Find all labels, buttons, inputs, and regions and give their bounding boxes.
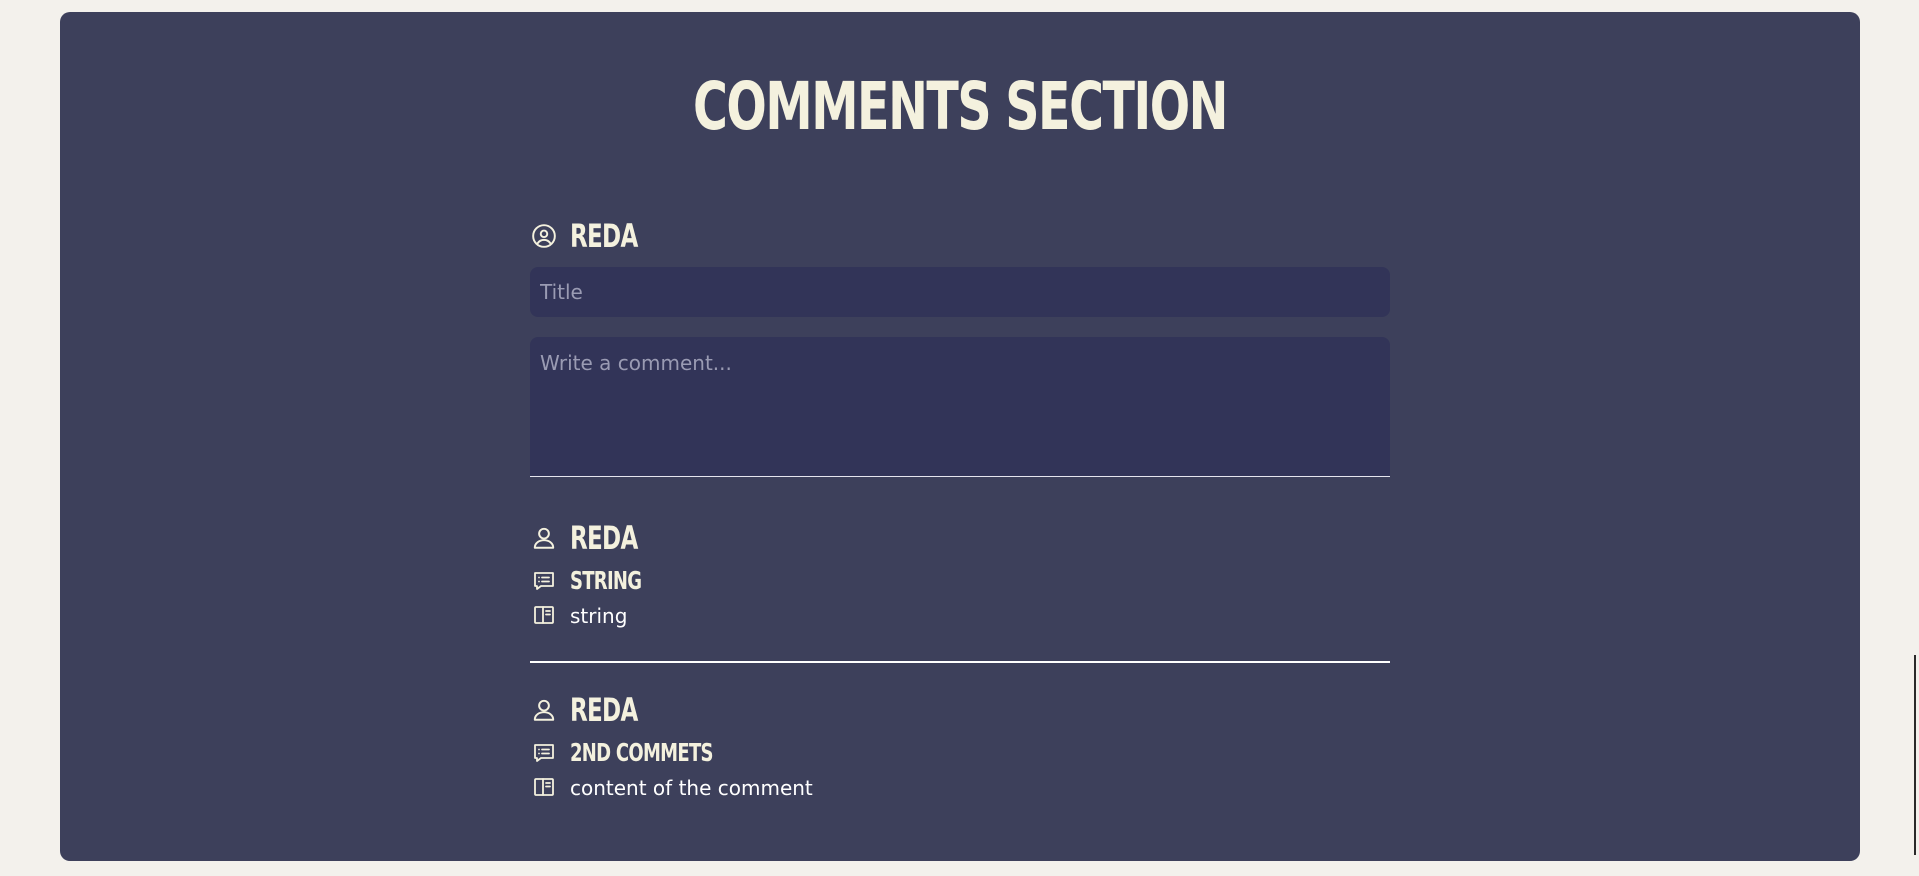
page-title: COMMENTS SECTION (692, 68, 1228, 145)
book-open-icon (530, 602, 557, 629)
comment-title: 2ND COMMETS (570, 738, 713, 767)
comment-author: REDA (570, 519, 638, 557)
title-input[interactable] (530, 267, 1390, 317)
user-icon (530, 697, 557, 724)
composer-user: REDA (530, 220, 664, 252)
book-open-icon (530, 774, 557, 801)
comment-author-row: REDA (530, 522, 664, 554)
page-scrollbar[interactable] (1914, 655, 1916, 855)
comment-content-row: content of the comment (530, 774, 813, 801)
comments-card: COMMENTS SECTION REDA Title Write a comm… (60, 12, 1860, 861)
comment-author: REDA (570, 691, 638, 729)
comment-divider (530, 661, 1390, 663)
composer-user-name: REDA (570, 217, 638, 255)
comment-content: content of the comment (570, 775, 813, 800)
message-square-text-icon (530, 567, 557, 594)
comment-title: STRING (570, 566, 642, 595)
comment-content-row: string (530, 602, 627, 629)
message-square-text-icon (530, 739, 557, 766)
comment-textarea[interactable] (530, 337, 1390, 477)
user-circle-icon (530, 223, 557, 250)
user-icon (530, 525, 557, 552)
comment-title-row: STRING (530, 567, 669, 594)
comment-content: string (570, 603, 628, 628)
comment-author-row: REDA (530, 694, 664, 726)
comment-title-row: 2ND COMMETS (530, 739, 768, 766)
